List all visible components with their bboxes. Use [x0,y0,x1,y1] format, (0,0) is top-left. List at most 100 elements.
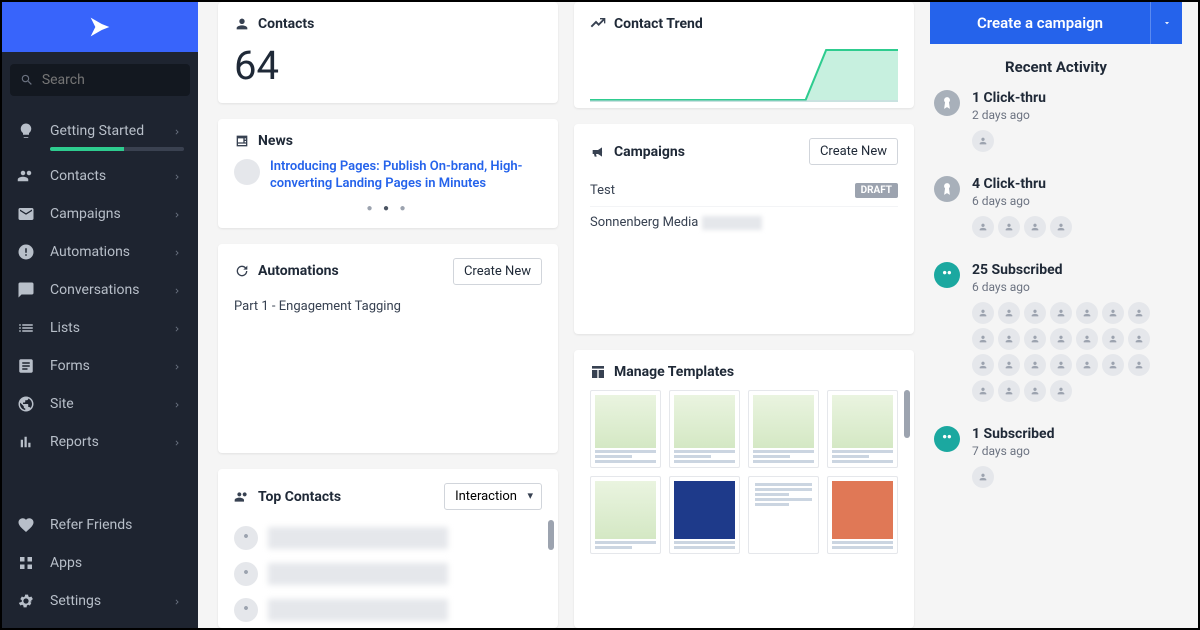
campaigns-card: Campaigns Create New Test DRAFT Sonnenbe… [574,124,914,334]
activity-date: 2 days ago [972,108,1046,122]
redacted [702,216,762,230]
activity-avatars [972,466,1054,488]
nav-automations[interactable]: Automations [2,233,198,271]
megaphone-icon [590,144,606,160]
chevron-right-icon [172,125,184,137]
nav-label: Site [50,396,74,412]
template-thumb[interactable] [590,390,661,468]
contacts-icon [16,166,36,186]
nav-lists[interactable]: Lists [2,309,198,347]
nav-conversations[interactable]: Conversations [2,271,198,309]
automations-card: Automations Create New Part 1 - Engageme… [218,244,558,453]
nav-site[interactable]: Site [2,385,198,423]
search-input[interactable] [10,64,190,96]
activity-title: 1 Click-thru [972,90,1046,106]
top-contacts-title: Top Contacts [258,489,341,505]
campaigns-title: Campaigns [614,144,685,160]
template-thumb[interactable] [669,476,740,554]
automations-icon [16,242,36,262]
group-icon [934,426,960,452]
nav-contacts[interactable]: Contacts [2,157,198,195]
nav-label: Conversations [50,282,139,298]
contacts-title: Contacts [258,16,314,32]
news-pagination[interactable]: ● ● ● [234,203,542,214]
logo[interactable] [2,2,198,52]
click-icon [934,176,960,202]
template-thumb[interactable] [590,476,661,554]
heart-icon [16,515,36,535]
trend-icon [590,16,606,32]
activity-item[interactable]: 25 Subscribed 6 days ago [934,262,1178,402]
sidebar: Getting Started Contacts Campaigns Autom… [2,2,198,628]
template-thumb[interactable] [669,390,740,468]
nav-label: Reports [50,434,99,450]
news-title: News [258,133,293,149]
news-icon [234,133,250,149]
contacts-card: Contacts 64 [218,2,558,103]
scrollbar[interactable] [904,390,910,438]
apps-icon [16,553,36,573]
nav-label: Automations [50,244,130,260]
create-campaign-cta[interactable]: Create a campaign [930,2,1150,44]
top-contacts-card: Top Contacts Interaction [218,469,558,628]
templates-title: Manage Templates [614,364,734,380]
template-thumb[interactable] [748,476,819,554]
globe-icon [16,394,36,414]
bulb-icon [16,121,36,141]
nav-label: Contacts [50,168,106,184]
template-thumb[interactable] [827,390,898,468]
create-campaign-dropdown[interactable] [1150,2,1182,44]
activity-avatars [972,302,1152,402]
reports-icon [16,432,36,452]
automations-title: Automations [258,263,339,279]
scrollbar[interactable] [548,520,554,550]
nav-campaigns[interactable]: Campaigns [2,195,198,233]
contact-trend-card: Contact Trend [574,2,914,108]
search-field[interactable] [42,72,180,88]
people-icon [234,489,250,505]
templates-card: Manage Templates [574,350,914,628]
nav-label: Forms [50,358,90,374]
group-icon [934,262,960,288]
nav-label: Getting Started [50,123,144,139]
activity-title: 25 Subscribed [972,262,1152,278]
activity-item[interactable]: 1 Click-thru 2 days ago [934,90,1178,152]
refresh-icon [234,263,250,279]
nav-label: Lists [50,320,80,336]
gear-icon [16,591,36,611]
create-automation-button[interactable]: Create New [453,258,542,285]
trend-title: Contact Trend [614,16,703,32]
trend-chart [590,42,898,102]
nav-forms[interactable]: Forms [2,347,198,385]
nav-label: Apps [50,555,82,571]
campaign-name: Sonnenberg Media [590,215,698,230]
top-contact-row[interactable] [234,520,542,556]
top-contacts-sort-select[interactable]: Interaction [444,483,542,510]
create-campaign-button[interactable]: Create New [809,138,898,165]
nav-apps[interactable]: Apps [2,544,198,582]
chat-icon [16,280,36,300]
automation-row[interactable]: Part 1 - Engagement Tagging [234,295,542,314]
activity-item[interactable]: 1 Subscribed7 days ago [934,426,1178,488]
news-avatar [234,159,260,185]
activity-date: 6 days ago [972,280,1152,294]
campaign-row[interactable]: Sonnenberg Media [590,206,898,238]
person-icon [234,16,250,32]
news-headline-link[interactable]: Introducing Pages: Publish On-brand, Hig… [270,159,542,193]
activity-date: 6 days ago [972,194,1072,208]
nav-label: Settings [50,593,101,609]
template-thumb[interactable] [748,390,819,468]
mail-icon [16,204,36,224]
top-contact-row[interactable] [234,556,542,592]
nav-getting-started[interactable]: Getting Started [2,112,198,157]
campaign-row[interactable]: Test DRAFT [590,175,898,206]
template-thumb[interactable] [827,476,898,554]
nav-reports[interactable]: Reports [2,423,198,461]
activity-item[interactable]: 4 Click-thru6 days ago [934,176,1178,238]
campaign-name: Test [590,183,615,198]
top-contact-row[interactable] [234,592,542,628]
nav-refer[interactable]: Refer Friends [2,506,198,544]
nav-settings[interactable]: Settings [2,582,198,620]
nav-label: Campaigns [50,206,121,222]
nav-label: Refer Friends [50,517,132,533]
